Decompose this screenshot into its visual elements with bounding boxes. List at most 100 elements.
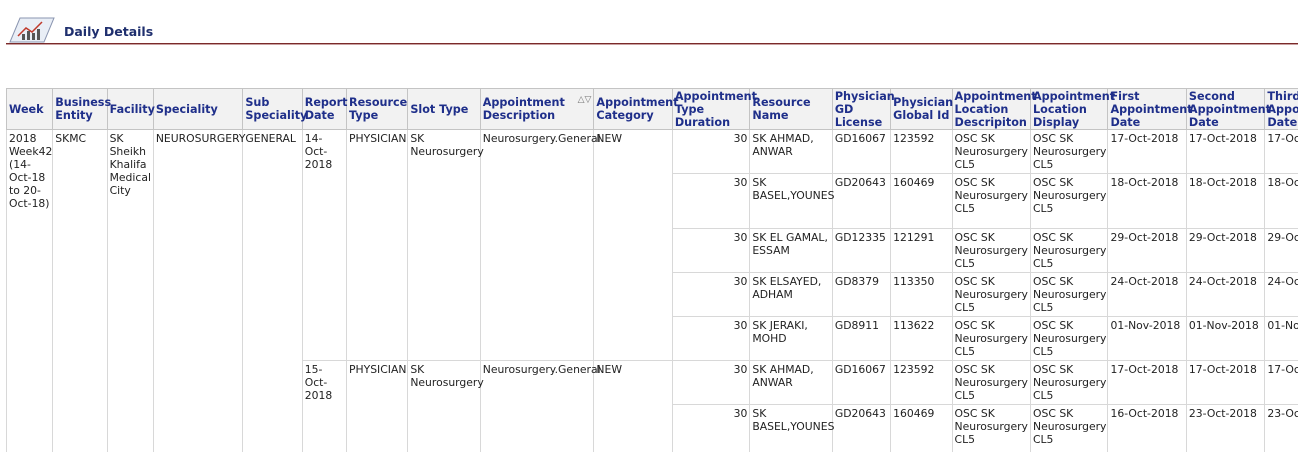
col-header-speciality[interactable]: Speciality: [152, 88, 244, 130]
title-divider: [6, 43, 1298, 45]
cell-second-date: 29-Oct-2018: [1185, 228, 1266, 273]
cell-location-display: OSC SK Neurosurgery CL5: [1029, 228, 1109, 273]
col-header-business-entity[interactable]: Business Entity: [52, 88, 111, 130]
cell-gd-license: GD12335: [831, 228, 892, 273]
cell-global-id: 113350: [890, 272, 953, 317]
cell-report-date: 14-Oct-2018: [301, 129, 347, 361]
cell-second-date: 18-Oct-2018: [1185, 173, 1266, 229]
cell-resource-type: PHYSICIAN: [345, 360, 409, 452]
cell-first-date: 16-Oct-2018: [1107, 404, 1187, 452]
col-header-physician-global-id[interactable]: Physician Global Id: [890, 88, 953, 130]
cell-appointment-description: Neurosurgery.General: [479, 360, 601, 452]
cell-global-id: 123592: [890, 360, 953, 405]
cell-third-date: 17-Oct-2018: [1264, 129, 1298, 174]
cell-resource-name: SK AHMAD, ANWAR: [749, 360, 833, 405]
cell-third-date: 18-Oct-2018: [1264, 173, 1298, 229]
cell-duration: 30: [671, 228, 751, 273]
col-header-second-appointment-date[interactable]: Second Appointment Date: [1185, 88, 1271, 130]
cell-third-date: 23-Oct-2018: [1264, 404, 1298, 452]
cell-gd-license: GD20643: [831, 404, 892, 452]
cell-location-description: OSC SK Neurosurgery CL5: [951, 360, 1032, 405]
col-header-resource-name[interactable]: Resource Name: [749, 88, 833, 130]
table-row: 2018 Week42 (14-Oct-18 to 20-Oct-18) SKM…: [6, 129, 1298, 452]
cell-sub-speciality: GENERAL: [242, 129, 303, 452]
cell-slot-type: SK Neurosurgery: [407, 129, 484, 361]
cell-resource-type: PHYSICIAN: [345, 129, 409, 361]
col-header-report-date[interactable]: Report Date: [301, 88, 347, 130]
cell-appointment-description: Neurosurgery.General: [479, 129, 601, 361]
cell-duration: 30: [671, 360, 751, 405]
cell-third-date: 29-Oct-2018: [1264, 228, 1298, 273]
header-row: Week Business Entity Facility Speciality…: [6, 88, 1298, 130]
cell-first-date: 17-Oct-2018: [1107, 129, 1187, 174]
cell-gd-license: GD16067: [831, 360, 892, 405]
cell-location-display: OSC SK Neurosurgery CL5: [1029, 404, 1109, 452]
cell-location-display: OSC SK Neurosurgery CL5: [1029, 272, 1109, 317]
cell-resource-name: SK JERAKI, MOHD: [749, 316, 833, 361]
cell-second-date: 17-Oct-2018: [1185, 360, 1266, 405]
cell-location-display: OSC SK Neurosurgery CL5: [1029, 173, 1109, 229]
cell-appointment-category: NEW: [593, 360, 673, 452]
cell-resource-name: SK AHMAD, ANWAR: [749, 129, 833, 174]
col-header-appointment-category[interactable]: Appointment Category: [593, 88, 679, 130]
col-header-facility[interactable]: Facility: [106, 88, 155, 130]
cell-speciality: NEUROSURGERY: [152, 129, 246, 452]
cell-location-display: OSC SK Neurosurgery CL5: [1029, 129, 1109, 174]
cell-third-date: 01-Nov-2018: [1264, 316, 1298, 361]
cell-location-description: OSC SK Neurosurgery CL5: [951, 173, 1032, 229]
cell-first-date: 29-Oct-2018: [1107, 228, 1187, 273]
cell-second-date: 24-Oct-2018: [1185, 272, 1266, 317]
col-header-appointment-type-duration[interactable]: Appointment Type Duration: [671, 88, 757, 130]
col-header-resource-type[interactable]: Resource Type: [345, 88, 409, 130]
col-header-sub-speciality[interactable]: Sub Speciality: [242, 88, 307, 130]
cell-resource-name: SK EL GAMAL, ESSAM: [749, 228, 833, 273]
cell-global-id: 123592: [890, 129, 953, 174]
cell-location-display: OSC SK Neurosurgery CL5: [1029, 316, 1109, 361]
col-header-first-appointment-date[interactable]: First Appointment Date: [1107, 88, 1193, 130]
cell-appointment-category: NEW: [593, 129, 673, 361]
cell-global-id: 113622: [890, 316, 953, 361]
cell-gd-license: GD16067: [831, 129, 892, 174]
cell-gd-license: GD8911: [831, 316, 892, 361]
cell-global-id: 160469: [890, 173, 953, 229]
daily-details-table-wrapper[interactable]: Week Business Entity Facility Speciality…: [6, 88, 1298, 452]
col-header-third-appointment-date[interactable]: Third Appointment Date: [1264, 88, 1298, 130]
cell-week: 2018 Week42 (14-Oct-18 to 20-Oct-18): [6, 129, 54, 452]
cell-facility: SK Sheikh Khalifa Medical City: [106, 129, 154, 452]
cell-resource-name: SK BASEL,YOUNES: [749, 173, 834, 229]
daily-details-table: Week Business Entity Facility Speciality…: [6, 88, 1298, 452]
cell-business-entity: SKMC: [52, 129, 108, 452]
cell-resource-name: SK BASEL,YOUNES: [749, 404, 834, 452]
report-header: Daily Details: [0, 0, 1298, 46]
sort-arrows-icon[interactable]: △▽: [578, 94, 592, 107]
col-header-slot-type[interactable]: Slot Type: [407, 88, 481, 130]
cell-duration: 30: [671, 272, 751, 317]
cell-third-date: 24-Oct-2018: [1264, 272, 1298, 317]
cell-resource-name: SK ELSAYED, ADHAM: [749, 272, 833, 317]
cell-slot-type: SK Neurosurgery: [407, 360, 484, 452]
cell-location-description: OSC SK Neurosurgery CL5: [951, 316, 1032, 361]
cell-first-date: 17-Oct-2018: [1107, 360, 1187, 405]
cell-global-id: 160469: [890, 404, 953, 452]
chart-report-icon: [9, 17, 55, 43]
col-header-appointment-description[interactable]: △▽ Appointment Description: [479, 88, 595, 130]
cell-duration: 30: [671, 404, 751, 452]
cell-third-date: 17-Oct-2018: [1264, 360, 1298, 405]
cell-second-date: 01-Nov-2018: [1185, 316, 1266, 361]
cell-first-date: 18-Oct-2018: [1107, 173, 1187, 229]
col-header-appointment-location-display[interactable]: Appointment Location Display: [1029, 88, 1115, 130]
cell-report-date: 15-Oct-2018: [301, 360, 347, 452]
cell-first-date: 01-Nov-2018: [1107, 316, 1187, 361]
col-header-appointment-location-description[interactable]: Appointment Location Descripiton: [951, 88, 1037, 130]
cell-location-description: OSC SK Neurosurgery CL5: [951, 129, 1032, 174]
cell-gd-license: GD8379: [831, 272, 892, 317]
cell-duration: 30: [671, 129, 751, 174]
cell-second-date: 23-Oct-2018: [1185, 404, 1266, 452]
cell-location-description: OSC SK Neurosurgery CL5: [951, 404, 1032, 452]
col-header-appointment-description-label: Appointment Description: [482, 96, 565, 122]
col-header-physician-gd-license[interactable]: Physician GD License: [831, 88, 895, 130]
cell-duration: 30: [671, 173, 751, 229]
col-header-week[interactable]: Week: [6, 88, 54, 130]
cell-location-description: OSC SK Neurosurgery CL5: [951, 272, 1032, 317]
cell-second-date: 17-Oct-2018: [1185, 129, 1266, 174]
